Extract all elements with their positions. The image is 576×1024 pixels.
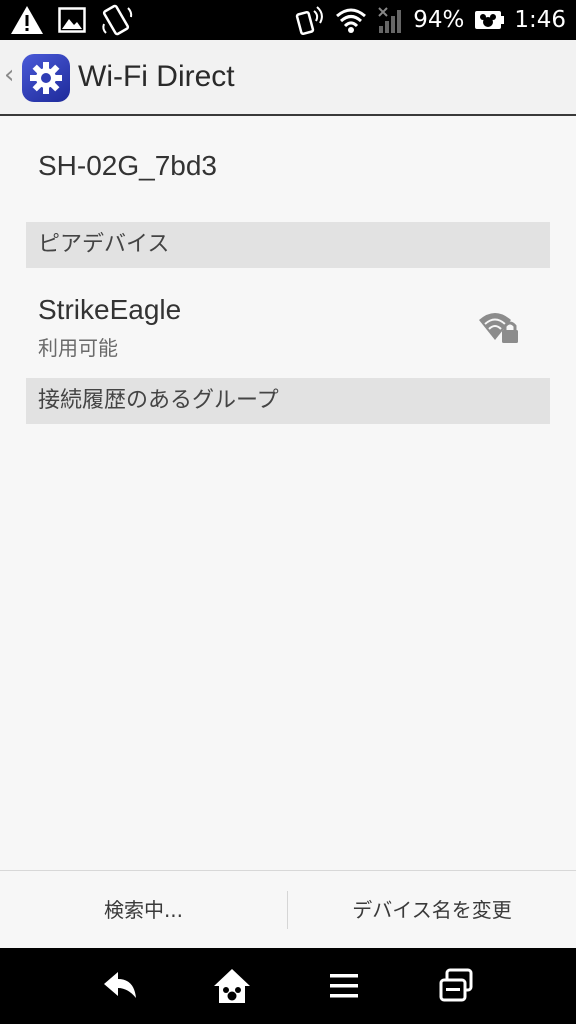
peer-device-row[interactable]: StrikeEagle 利用可能 bbox=[0, 288, 576, 374]
rotate-icon bbox=[102, 4, 133, 36]
peer-device-name: StrikeEagle bbox=[38, 294, 182, 325]
back-icon[interactable] bbox=[100, 966, 140, 1006]
clock: 1:46 bbox=[514, 7, 566, 33]
rename-device-button[interactable]: デバイス名を変更 bbox=[288, 871, 576, 949]
warning-icon bbox=[11, 6, 43, 34]
battery-icon bbox=[475, 11, 505, 29]
settings-gear-icon[interactable] bbox=[22, 54, 70, 102]
nfc-icon bbox=[296, 6, 324, 35]
app-bar: ‹ Wi-Fi Direct bbox=[0, 40, 576, 116]
content: SH-02G_7bd3 ピアデバイス StrikeEagle 利用可能 接続履歴… bbox=[0, 116, 576, 870]
image-icon bbox=[58, 7, 86, 33]
signal-icon bbox=[378, 7, 402, 33]
bottom-action-bar: 検索中... デバイス名を変更 bbox=[0, 870, 576, 949]
search-button[interactable]: 検索中... bbox=[0, 871, 287, 949]
menu-icon[interactable] bbox=[324, 966, 364, 1006]
home-icon[interactable] bbox=[212, 966, 252, 1006]
section-peer-devices: ピアデバイス bbox=[26, 222, 550, 268]
peer-device-status: 利用可能 bbox=[38, 336, 118, 360]
recents-icon[interactable] bbox=[436, 966, 476, 1006]
my-device-name[interactable]: SH-02G_7bd3 bbox=[38, 150, 217, 182]
battery-percent: 94% bbox=[413, 7, 465, 33]
page-title: Wi-Fi Direct bbox=[78, 60, 235, 93]
section-remembered-groups: 接続履歴のあるグループ bbox=[26, 378, 550, 424]
wifi-lock-icon bbox=[479, 313, 518, 343]
up-chevron-icon[interactable]: ‹ bbox=[4, 60, 14, 90]
navigation-bar bbox=[0, 948, 576, 1024]
status-bar: 94% 1:46 bbox=[0, 0, 576, 40]
wifi-icon bbox=[336, 8, 367, 33]
